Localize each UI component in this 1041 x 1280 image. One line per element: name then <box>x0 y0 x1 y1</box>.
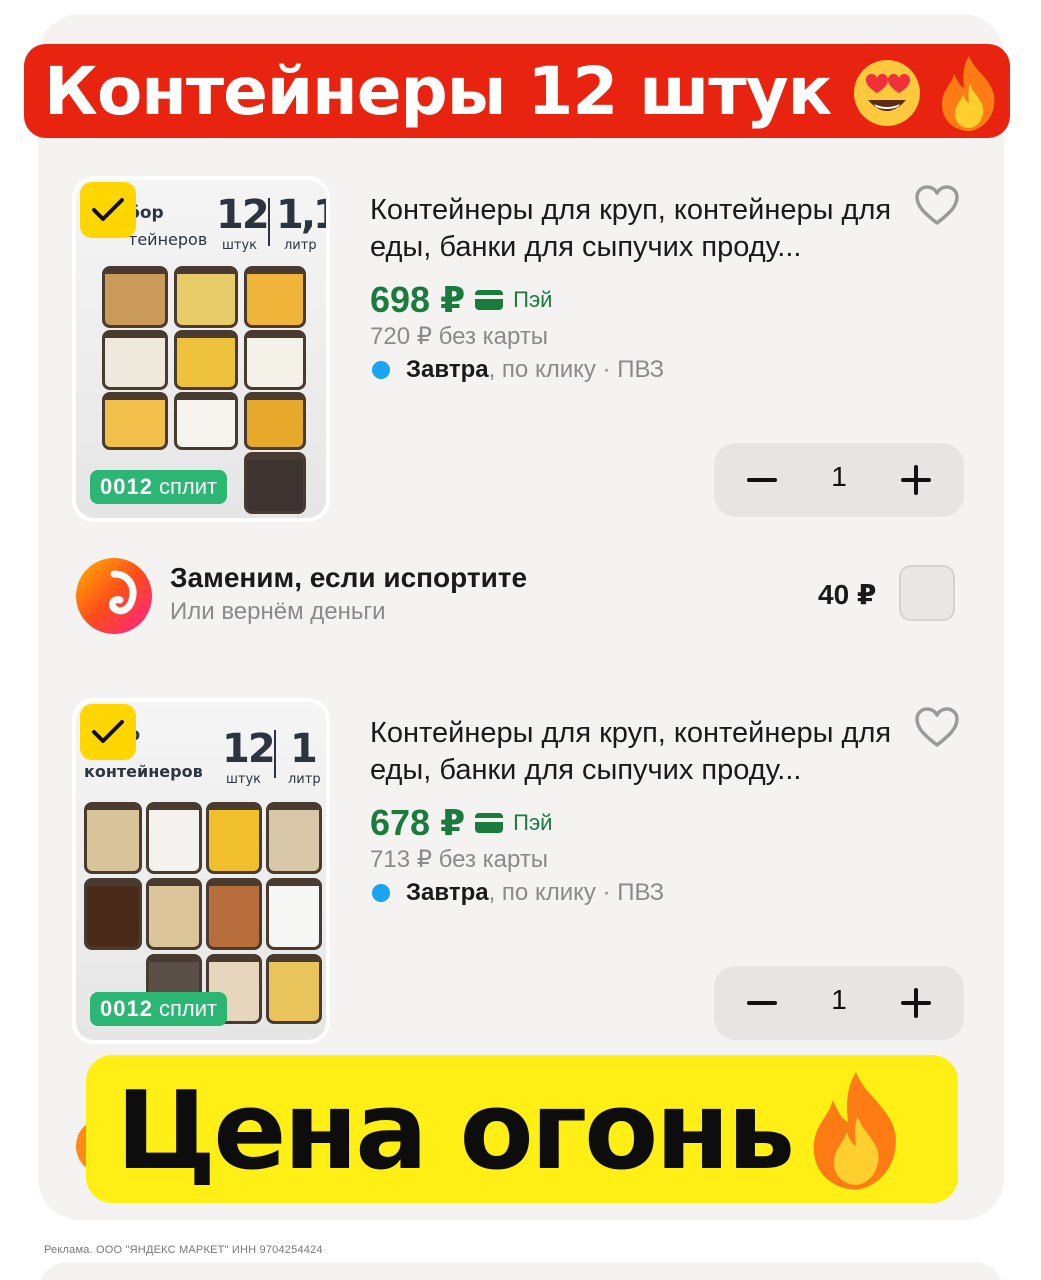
image-count-label: штук <box>226 772 262 787</box>
image-volume: 1,1 <box>276 192 326 238</box>
container-jar <box>146 802 202 874</box>
split-label: сплит <box>158 996 218 1021</box>
minus-icon[interactable] <box>742 986 782 1020</box>
price: 678 ₽ <box>370 802 466 843</box>
price-without-card: 713 ₽ без карты <box>370 846 549 873</box>
replacement-checkbox[interactable] <box>899 565 955 621</box>
container-jar <box>174 330 238 390</box>
product-title[interactable]: Контейнеры для круп, контейнеры для еды,… <box>370 715 900 789</box>
replacement-price: 40 ₽ <box>818 579 877 610</box>
container-jar <box>244 266 306 328</box>
split-label: сплит <box>158 474 218 499</box>
heart-outline-icon[interactable] <box>914 184 960 226</box>
container-jar <box>174 392 238 450</box>
delivery-dot-icon <box>372 884 390 902</box>
container-jar <box>174 266 238 328</box>
image-divider <box>268 198 270 246</box>
heart-outline-icon[interactable] <box>914 706 960 748</box>
delivery-details: , по клику · ПВЗ <box>488 356 665 383</box>
checkmark-icon <box>92 198 124 221</box>
fire-emoji-icon <box>942 56 995 131</box>
product-photo: р контейнеров 12 штук 1 литр 0012 сплит <box>76 702 326 1040</box>
heart-eyes-emoji-icon <box>854 60 920 126</box>
container-jar <box>244 392 306 450</box>
quantity-value: 1 <box>831 984 847 1015</box>
delivery-details: , по клику · ПВЗ <box>488 879 665 906</box>
container-jar <box>266 802 322 874</box>
container-jar <box>266 878 322 950</box>
image-count: 12 <box>222 726 276 772</box>
card-icon <box>475 290 504 310</box>
image-count-label: штук <box>222 238 258 253</box>
split-digits: 0012 <box>100 474 153 499</box>
replacement-subtitle: Или вернём деньги <box>170 598 386 625</box>
image-count: 12 <box>216 192 270 238</box>
quantity-value: 1 <box>831 461 847 492</box>
container-jar <box>244 452 306 514</box>
price-promo-banner: Цена огонь <box>86 1055 958 1203</box>
product-title[interactable]: Контейнеры для круп, контейнеры для еды,… <box>370 192 900 266</box>
price-row: 698 ₽ Пэй <box>370 278 552 322</box>
container-jar <box>84 878 142 950</box>
split-digits: 0012 <box>100 996 153 1021</box>
delivery-day: Завтра <box>406 879 489 906</box>
selected-checkbox[interactable] <box>80 182 136 238</box>
pay-label: Пэй <box>513 287 553 312</box>
container-jar <box>266 954 322 1024</box>
product-image[interactable]: бор тейнеров 12 штук 1,1 литр 0012 сплит <box>72 176 330 522</box>
pay-label: Пэй <box>513 810 553 835</box>
container-jar <box>206 802 262 874</box>
delivery-dot-icon <box>372 361 390 379</box>
product-image[interactable]: р контейнеров 12 штук 1 литр 0012 сплит <box>72 698 330 1044</box>
product-photo: бор тейнеров 12 штук 1,1 литр 0012 сплит <box>76 180 326 518</box>
delivery-info: Завтра , по клику · ПВЗ <box>372 356 664 384</box>
price: 698 ₽ <box>370 279 466 320</box>
advertising-disclaimer: Реклама. ООО "ЯНДЕКС МАРКЕТ" ИНН 9704254… <box>44 1244 323 1256</box>
price-row: 678 ₽ Пэй <box>370 801 552 845</box>
image-volume-label: литр <box>284 238 317 253</box>
promo-title-banner: Контейнеры 12 штук <box>24 44 1010 138</box>
container-jar <box>146 878 202 950</box>
replacement-title: Заменим, если испортите <box>170 562 528 593</box>
container-jar <box>84 802 142 874</box>
container-jar <box>244 330 306 390</box>
price-without-card: 720 ₽ без карты <box>370 323 549 350</box>
image-volume-label: литр <box>288 772 321 787</box>
quantity-stepper: 1 <box>714 443 964 517</box>
card-icon <box>475 813 504 833</box>
image-header-subtitle: контейнеров <box>84 762 203 781</box>
guarantee-logo-icon <box>76 558 152 634</box>
next-card-background <box>38 1262 1004 1280</box>
plus-icon[interactable] <box>896 986 936 1020</box>
delivery-day: Завтра <box>406 356 489 383</box>
fire-emoji-icon <box>813 1072 896 1190</box>
quantity-stepper: 1 <box>714 966 964 1040</box>
plus-icon[interactable] <box>896 463 936 497</box>
split-badge: 0012 сплит <box>90 992 228 1026</box>
split-badge: 0012 сплит <box>90 470 228 504</box>
container-jar <box>102 266 168 328</box>
image-header-subtitle: тейнеров <box>128 230 208 249</box>
selected-checkbox[interactable] <box>80 704 136 760</box>
checkmark-icon <box>92 720 124 743</box>
minus-icon[interactable] <box>742 463 782 497</box>
promo-title: Контейнеры 12 штук <box>44 52 832 130</box>
image-volume: 1 <box>290 726 318 772</box>
container-jar <box>102 330 168 390</box>
container-jar <box>206 878 262 950</box>
price-promo-text: Цена огонь <box>116 1069 795 1194</box>
image-divider <box>274 730 276 778</box>
container-jar <box>102 392 168 450</box>
delivery-info: Завтра , по клику · ПВЗ <box>372 879 664 907</box>
